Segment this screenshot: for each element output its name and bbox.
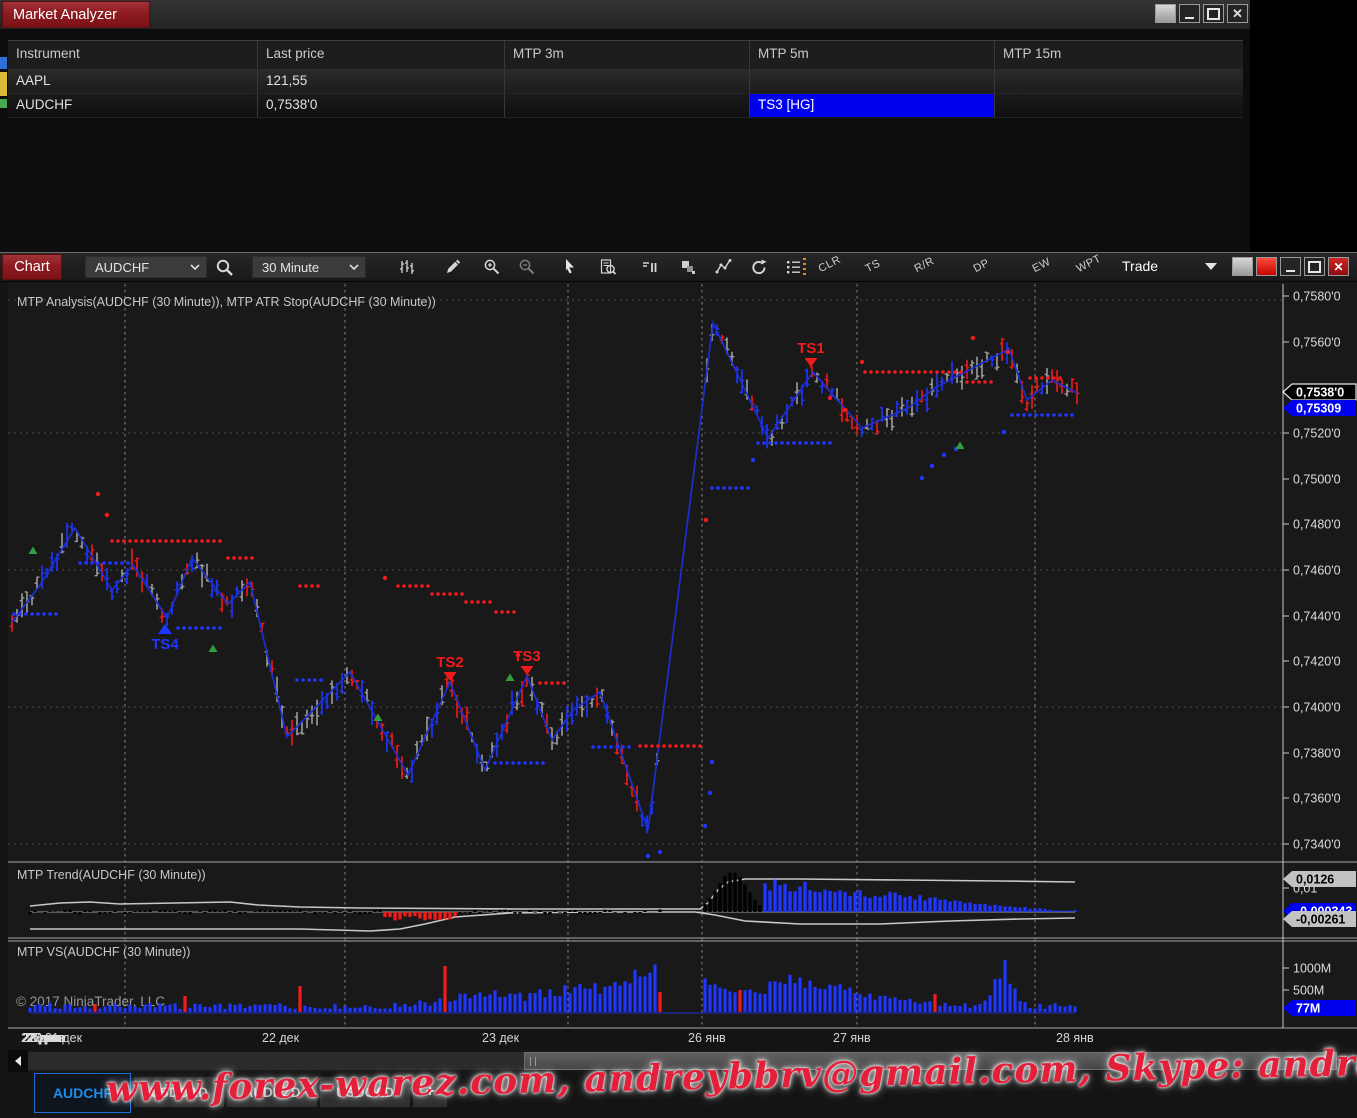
column-header-mtp-5m[interactable]: MTP 5m — [750, 41, 995, 69]
draw-button[interactable] — [440, 256, 466, 278]
window-extra-button[interactable] — [1155, 4, 1176, 23]
instrument-select[interactable]: AUDCHF — [85, 256, 207, 278]
market-analyzer-title-tab[interactable]: Market Analyzer — [2, 1, 150, 28]
cell-mtp-3m[interactable] — [505, 70, 750, 93]
zoom-in-button[interactable] — [479, 256, 505, 278]
pencil-icon — [444, 258, 462, 276]
polyline-button[interactable] — [711, 256, 737, 278]
cell-mtp-5m[interactable] — [750, 70, 995, 93]
close-icon[interactable]: ✕ — [1328, 257, 1349, 276]
strategy-button-ew[interactable]: EW — [1031, 256, 1053, 275]
cell-mtp-5m-signal[interactable]: TS3 [HG] — [750, 94, 995, 117]
column-header-instrument[interactable]: Instrument — [8, 41, 258, 69]
table-row-aapl[interactable]: AAPL 121,55 — [8, 70, 1243, 94]
strategy-button-dp[interactable]: DP — [972, 257, 992, 275]
chart-plot-area[interactable] — [8, 282, 1357, 1029]
market-analyzer-table: Instrument Last price MTP 3m MTP 5m MTP … — [8, 40, 1243, 118]
objects-button[interactable] — [675, 256, 701, 278]
market-analyzer-titlebar[interactable]: Market Analyzer ✕ — [0, 0, 1250, 30]
cell-last-price[interactable]: 121,55 — [258, 70, 505, 93]
document-search-icon — [599, 258, 617, 276]
layers-icon — [679, 258, 697, 276]
cursor-button[interactable] — [556, 256, 582, 278]
instrument-search-button[interactable] — [211, 256, 237, 278]
window-extra-button[interactable] — [1232, 257, 1253, 276]
cell-instrument[interactable]: AAPL — [8, 70, 258, 93]
reload-icon — [750, 258, 768, 276]
toolbar-drag-handle[interactable] — [803, 258, 806, 276]
chart-toolbar: Chart AUDCHF 30 Minute — [0, 253, 1357, 282]
column-header-mtp-3m[interactable]: MTP 3m — [505, 41, 750, 69]
cell-mtp-3m[interactable] — [505, 94, 750, 117]
table-row-audchf[interactable]: AUDCHF 0,7538'0 TS3 [HG] — [8, 94, 1243, 118]
zoom-out-button[interactable] — [514, 256, 540, 278]
interval-select[interactable]: 30 Minute — [252, 256, 366, 278]
maximize-icon[interactable] — [1203, 4, 1224, 23]
window-red-button[interactable] — [1256, 257, 1277, 276]
strategy-button-ts[interactable]: TS — [864, 257, 883, 275]
cell-mtp-15m[interactable] — [995, 70, 1243, 93]
search-icon — [215, 258, 234, 277]
cursor-icon — [560, 258, 578, 276]
trade-menu[interactable]: Trade — [1122, 258, 1158, 274]
close-icon[interactable]: ✕ — [1227, 4, 1248, 23]
chart-window: Chart AUDCHF 30 Minute — [0, 252, 1357, 1118]
trade-dropdown-caret-icon[interactable] — [1205, 263, 1217, 270]
zoom-in-icon — [483, 258, 501, 276]
chevron-down-icon — [190, 264, 200, 271]
background-window-sliver-blue — [0, 57, 7, 69]
polyline-icon — [715, 258, 733, 276]
cell-last-price[interactable]: 0,7538'0 — [258, 94, 505, 117]
column-header-last-price[interactable]: Last price — [258, 41, 505, 69]
arrow-left-icon — [15, 1056, 21, 1066]
minimize-icon[interactable] — [1179, 4, 1200, 23]
chart-style-button[interactable] — [394, 256, 420, 278]
data-box-button[interactable] — [595, 256, 621, 278]
table-header-row: Instrument Last price MTP 3m MTP 5m MTP … — [8, 40, 1243, 70]
background-window-sliver-yellow — [0, 72, 7, 96]
interval-select-value: 30 Minute — [262, 260, 319, 275]
column-header-mtp-15m[interactable]: MTP 15m — [995, 41, 1243, 69]
bar-spacing-button[interactable] — [637, 256, 663, 278]
trend-panel-title: MTP Trend(AUDCHF (30 Minute)) — [17, 868, 206, 882]
reload-button[interactable] — [746, 256, 772, 278]
minimize-icon[interactable] — [1280, 257, 1301, 276]
cell-mtp-15m[interactable] — [995, 94, 1243, 117]
scroll-left-button[interactable] — [8, 1050, 28, 1072]
zoom-out-icon — [518, 258, 536, 276]
chevron-down-icon — [349, 264, 359, 271]
instrument-select-value: AUDCHF — [95, 260, 149, 275]
background-window-sliver-green — [0, 99, 7, 108]
chart-title-tab[interactable]: Chart — [2, 254, 62, 280]
strategy-button-rr[interactable]: R/R — [913, 255, 937, 275]
bar-chart-icon — [398, 258, 416, 276]
bar-spacing-icon — [641, 258, 659, 276]
market-analyzer-window: Market Analyzer ✕ Instrument Last price … — [0, 0, 1250, 252]
list-icon — [785, 258, 803, 276]
strategy-button-clr[interactable]: CLR — [817, 254, 843, 275]
strategy-button-wpt[interactable]: WPT — [1075, 253, 1104, 275]
price-panel-title: MTP Analysis(AUDCHF (30 Minute)), MTP AT… — [17, 295, 436, 309]
maximize-icon[interactable] — [1304, 257, 1325, 276]
cell-instrument[interactable]: AUDCHF — [8, 94, 258, 117]
vs-panel-title: MTP VS(AUDCHF (30 Minute)) — [17, 945, 190, 959]
copyright-text: © 2017 NinjaTrader, LLC — [16, 994, 165, 1009]
